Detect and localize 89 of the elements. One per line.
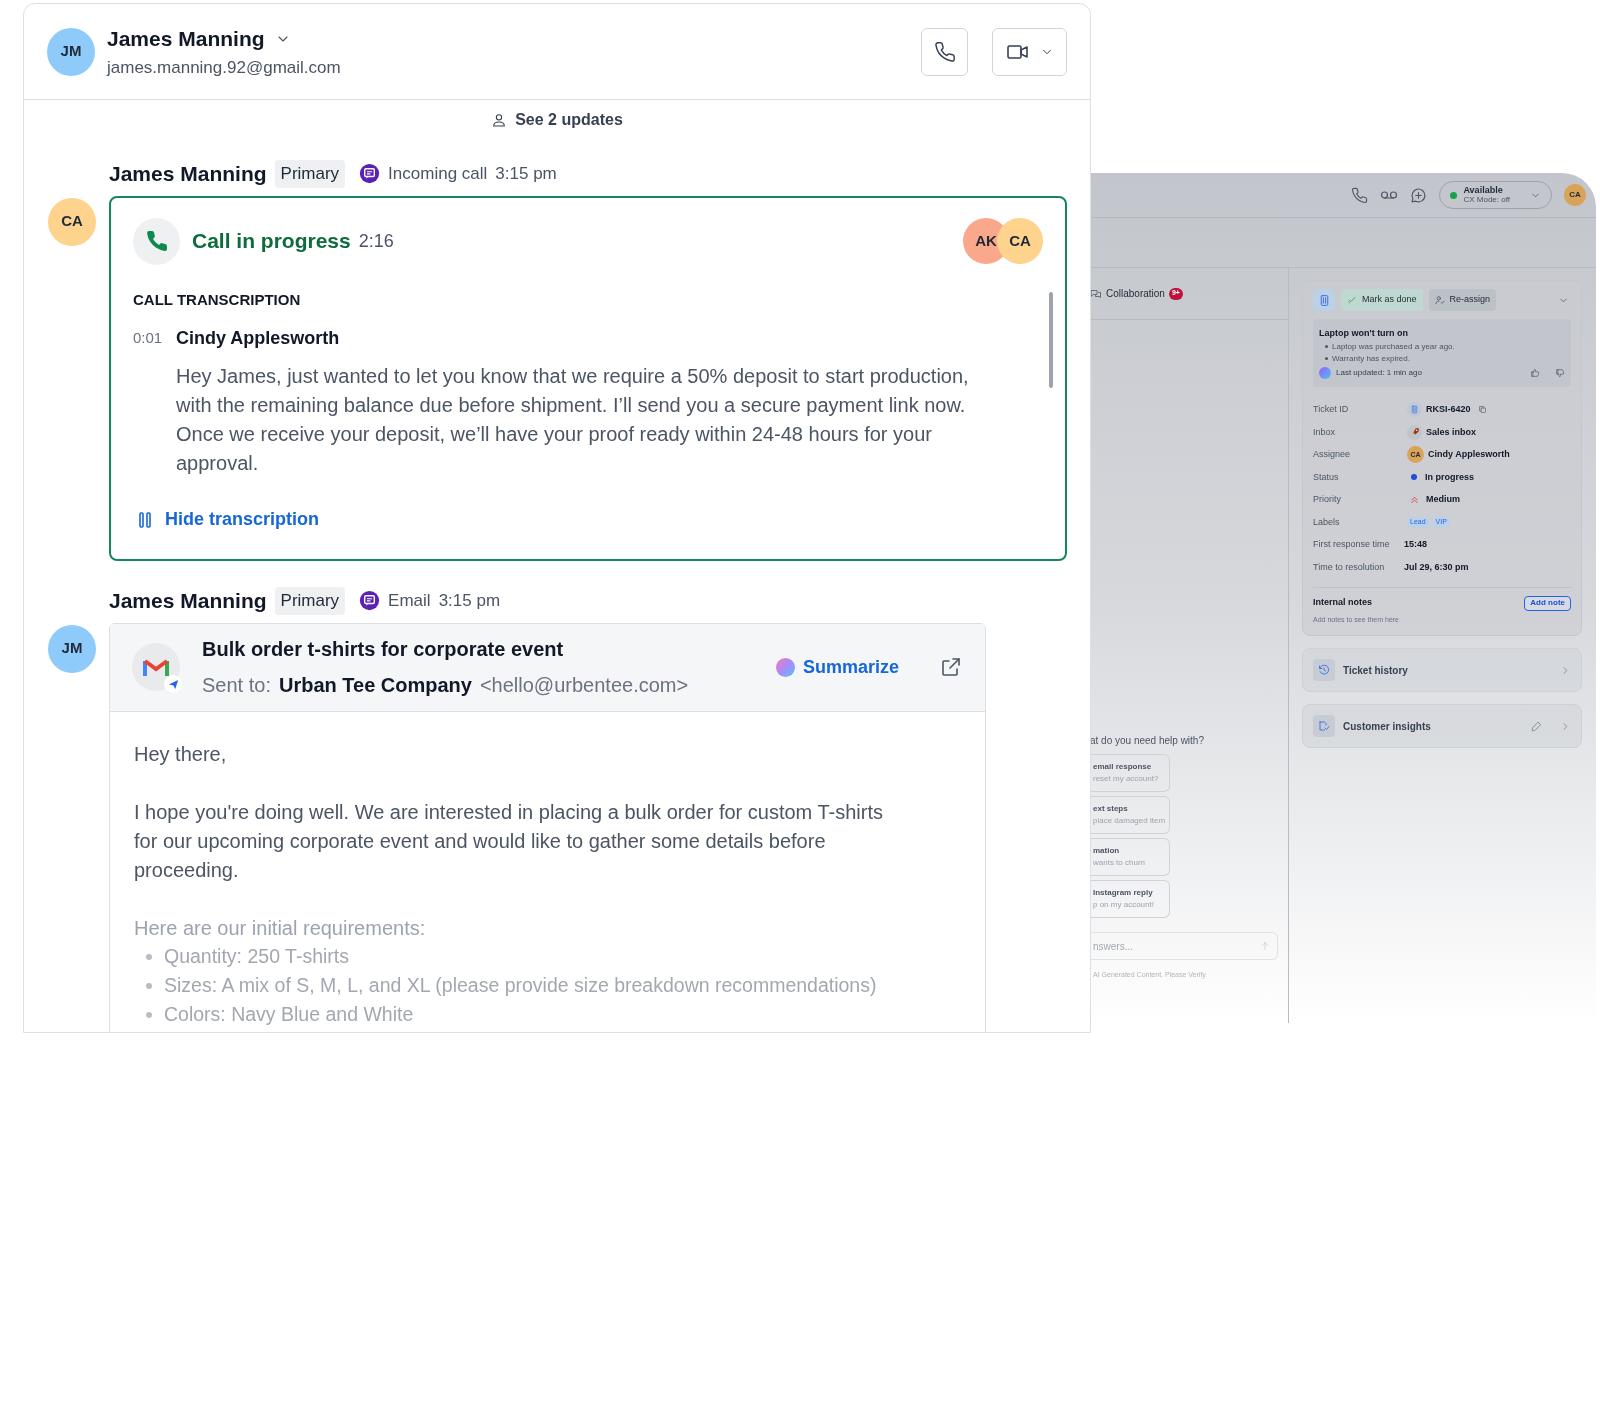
notes-title: Internal notes	[1313, 596, 1372, 610]
summary-title: Laptop won't turn on	[1319, 327, 1410, 340]
transcript-text: Hey James, just wanted to let you know that we require a 50% deposit to start production, with the remaining balance due before shipment. I’ll send you a secure payment link now. Once we receive your deposit, we’ll have your proof ready within 24-48 hours for your approval.	[175, 364, 970, 476]
pencil-icon[interactable]	[1531, 720, 1542, 732]
status-label: Available	[1463, 185, 1504, 195]
field-value: In progress	[1425, 470, 1474, 484]
prompt-text: at do you need help with?	[1090, 734, 1205, 748]
avatar: JM	[47, 27, 95, 76]
copy-icon[interactable]	[1477, 405, 1487, 415]
section-row[interactable]: Customer insights	[1302, 704, 1582, 748]
message-time: 3:15 pm	[495, 163, 557, 185]
rocket-icon	[1407, 424, 1422, 440]
email-paragraph: Hey there,	[134, 741, 228, 767]
recipient-name: Urban Tee Company	[278, 673, 472, 698]
email-subject: Bulk order t-shirts for corporate event	[202, 637, 565, 662]
check-icon	[1347, 295, 1357, 305]
message-time: 3:15 pm	[438, 590, 501, 612]
section-heading: CALL TRANSCRIPTION	[133, 289, 302, 310]
recipient-address: <hello@urbentee.com>	[479, 673, 689, 698]
summary-point: Warranty has expired.	[1332, 352, 1410, 365]
field-label: Priority	[1313, 493, 1342, 506]
phone-icon[interactable]	[1351, 186, 1369, 204]
contact-name: James Manning	[107, 26, 265, 52]
field-label: Assignee	[1313, 448, 1352, 461]
field-value: Jul 29, 6:30 pm	[1404, 560, 1469, 574]
summarize-button[interactable]: Summarize	[775, 653, 899, 681]
primary-badge: Primary	[274, 587, 346, 615]
email-bullet: Sizes: A mix of S, M, L, and XL (please provide size breakdown recommendations)	[164, 973, 877, 999]
thumbs-up-icon[interactable]	[1530, 367, 1540, 378]
history-icon	[1313, 659, 1335, 681]
summary-point: Laptop was purchased a year ago.	[1332, 340, 1455, 353]
email-bullet: Quantity: 250 T-shirts	[164, 944, 349, 970]
field-label: Labels	[1313, 515, 1341, 529]
avatar: CA	[1564, 184, 1586, 206]
tab-label[interactable]: Collaboration	[1106, 286, 1165, 301]
add-note-button[interactable]: Add note	[1524, 595, 1571, 611]
section-title: Ticket history	[1343, 663, 1409, 678]
field-label: Ticket ID	[1313, 403, 1350, 416]
call-status: Call in progress	[192, 228, 351, 255]
field-value: RKSI-6420	[1426, 403, 1471, 416]
pause-icon	[139, 511, 151, 528]
chat-bubbles-icon	[1090, 287, 1102, 300]
avatar: CA	[997, 218, 1043, 264]
contact-email: james.manning.92@gmail.com	[107, 56, 341, 79]
message-bubble-icon	[359, 163, 381, 185]
timestamp: 0:01	[133, 328, 164, 349]
updates-link[interactable]: See 2 updates	[491, 108, 623, 132]
sender-name: James Manning	[109, 161, 267, 187]
ticket-icon	[1407, 402, 1422, 418]
email-bullet: Colors: Navy Blue and White	[164, 1002, 414, 1028]
field-value: Sales inbox	[1426, 425, 1477, 439]
section-title: Customer insights	[1343, 719, 1432, 734]
phone-icon	[133, 217, 180, 265]
phone-icon	[933, 40, 956, 63]
field-label: Inbox	[1313, 425, 1337, 439]
scrollbar-thumb[interactable]	[1049, 291, 1053, 388]
hide-transcription-link[interactable]: Hide transcription	[139, 506, 320, 533]
external-link-icon[interactable]	[939, 655, 963, 679]
sent-to-label: Sent to:	[202, 673, 271, 698]
video-call-button[interactable]	[992, 27, 1067, 76]
field-value: Medium	[1426, 493, 1460, 506]
call-duration: 2:16	[358, 229, 394, 253]
user-check-icon	[1434, 295, 1445, 305]
field-value: Cindy Applesworth	[1428, 448, 1510, 461]
document-check-icon	[1313, 715, 1335, 737]
answer-input[interactable]: nswers...	[1090, 932, 1278, 960]
field-label: Status	[1313, 470, 1340, 484]
person-icon	[491, 112, 508, 128]
chat-add-icon[interactable]	[1410, 186, 1428, 204]
email-paragraph: I hope you're doing well. We are interested in placing a bulk order for custom T-shirts for our upcoming corporate event and would like to gather some details before proceeding.	[134, 799, 884, 883]
mark-done-button[interactable]: Mark as done	[1341, 289, 1423, 311]
ticket-icon[interactable]	[1313, 289, 1335, 311]
primary-badge: Primary	[274, 160, 346, 188]
channel-label: Email	[388, 590, 431, 612]
reassign-button[interactable]: Re-assign	[1428, 289, 1497, 311]
updated-text: Last updated: 1 min ago	[1336, 366, 1422, 379]
sender-name: James Manning	[109, 588, 267, 614]
speaker-name: Cindy Applesworth	[176, 327, 340, 350]
mail-icon	[132, 643, 180, 691]
section-row[interactable]: Ticket history	[1302, 648, 1582, 692]
avatar: CA	[48, 197, 96, 246]
message-bubble-icon	[359, 590, 381, 612]
email-paragraph: Here are our initial requirements:	[134, 915, 427, 941]
call-button[interactable]	[921, 27, 968, 76]
field-value: 15:48	[1404, 538, 1428, 551]
thumbs-down-icon[interactable]	[1555, 367, 1565, 378]
avatar: JM	[48, 624, 96, 673]
mode-label: CX Mode: off	[1463, 195, 1510, 205]
channel-label: Incoming call	[388, 163, 488, 185]
